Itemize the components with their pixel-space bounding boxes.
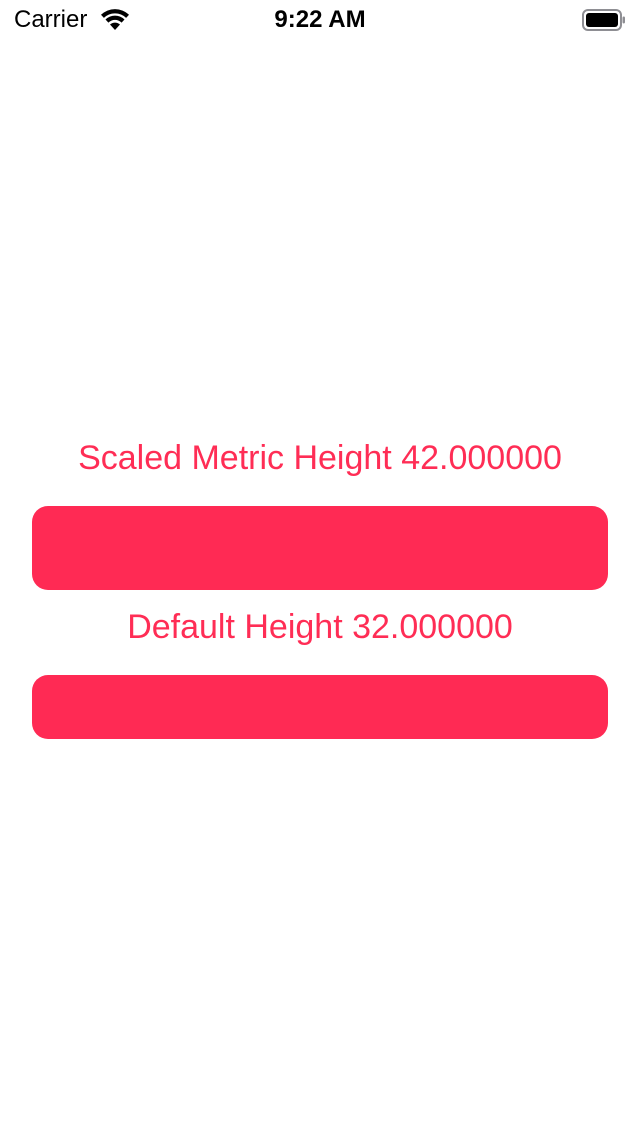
status-bar: Carrier 9:22 AM: [0, 0, 640, 40]
status-time: 9:22 AM: [274, 6, 366, 33]
app-screen: Carrier 9:22 AM Scaled Metric Height 42.…: [0, 0, 640, 1136]
scaled-metric-height-label: Scaled Metric Height 42.000000: [78, 439, 562, 477]
scaled-metric-button[interactable]: [32, 506, 608, 590]
battery-full-icon: [582, 9, 626, 31]
default-height-button[interactable]: [32, 675, 608, 739]
default-height-label: Default Height 32.000000: [127, 608, 513, 646]
